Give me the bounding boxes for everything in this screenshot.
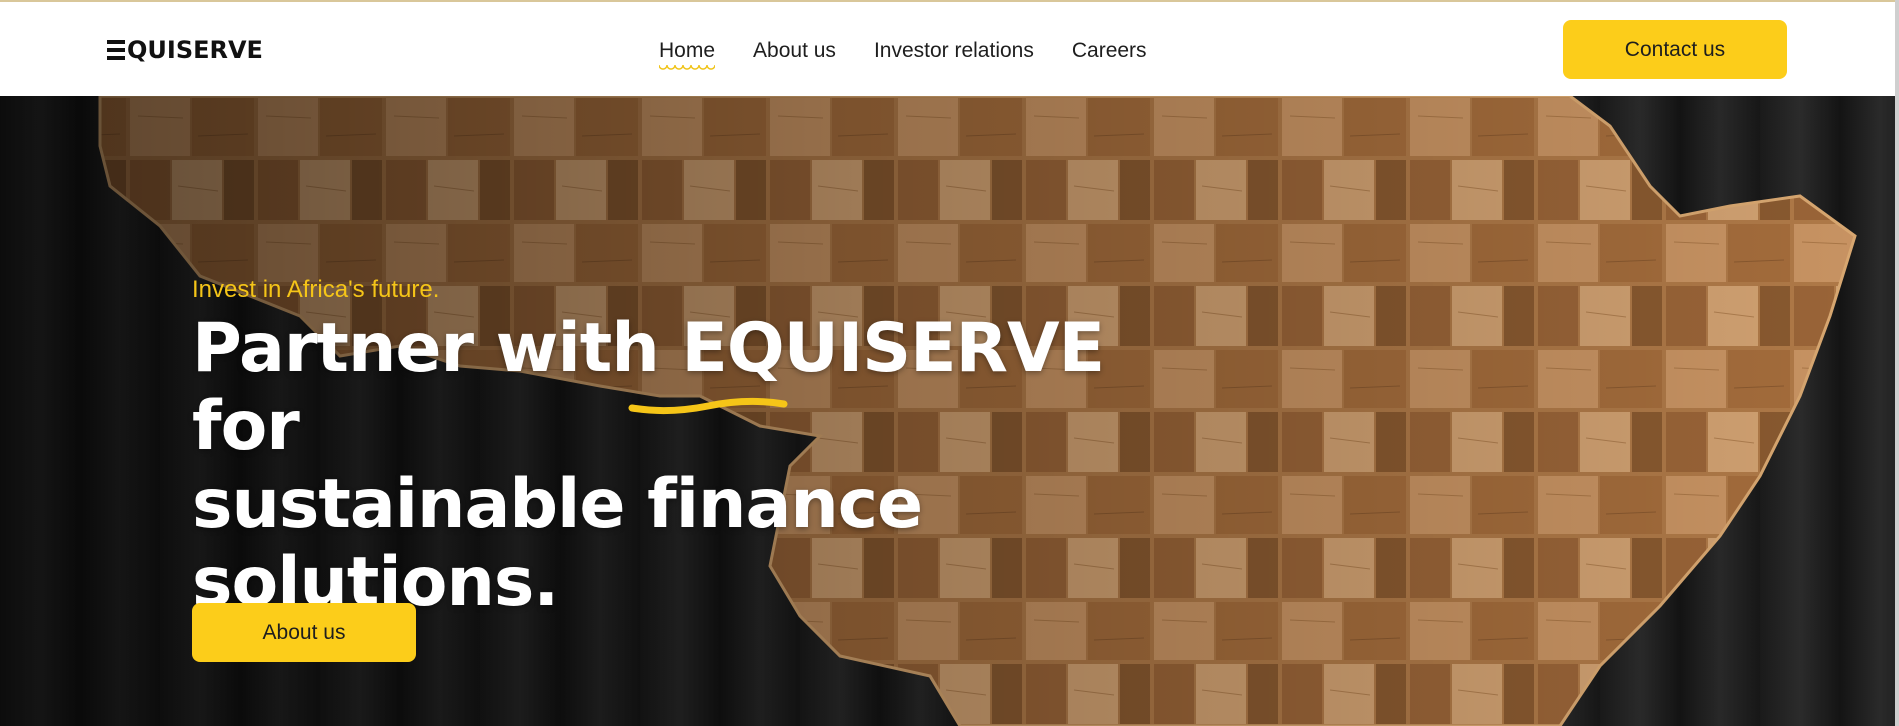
- headline-line2: sustainable finance solutions.: [192, 465, 923, 622]
- logo-e-mark-icon: [107, 40, 125, 60]
- logo-text: QUISERVE: [127, 36, 263, 64]
- nav-investor-relations[interactable]: Investor relations: [874, 39, 1034, 63]
- headline-brand: EQUISERVE: [681, 309, 1105, 388]
- headline-post: for: [192, 387, 300, 466]
- site-logo[interactable]: QUISERVE: [107, 35, 263, 65]
- main-nav: Home About us Investor relations Careers: [659, 36, 1147, 71]
- hero-headline: Partner with EQUISERVE for sustainable fi…: [192, 310, 1192, 622]
- page-scrollbar[interactable]: [1895, 0, 1899, 726]
- nav-about-us[interactable]: About us: [753, 39, 836, 63]
- brand-underline-swoosh-icon: [628, 397, 788, 415]
- contact-us-button[interactable]: Contact us: [1563, 20, 1787, 79]
- headline-pre: Partner with: [192, 309, 682, 388]
- nav-home[interactable]: Home: [659, 39, 716, 71]
- hero-about-us-button[interactable]: About us: [192, 603, 416, 662]
- site-header: QUISERVE Home About us Investor relation…: [0, 2, 1899, 96]
- hero-tagline: Invest in Africa's future.: [192, 276, 440, 303]
- hero-section: Invest in Africa's future. Partner with …: [0, 96, 1895, 726]
- nav-careers[interactable]: Careers: [1072, 39, 1147, 63]
